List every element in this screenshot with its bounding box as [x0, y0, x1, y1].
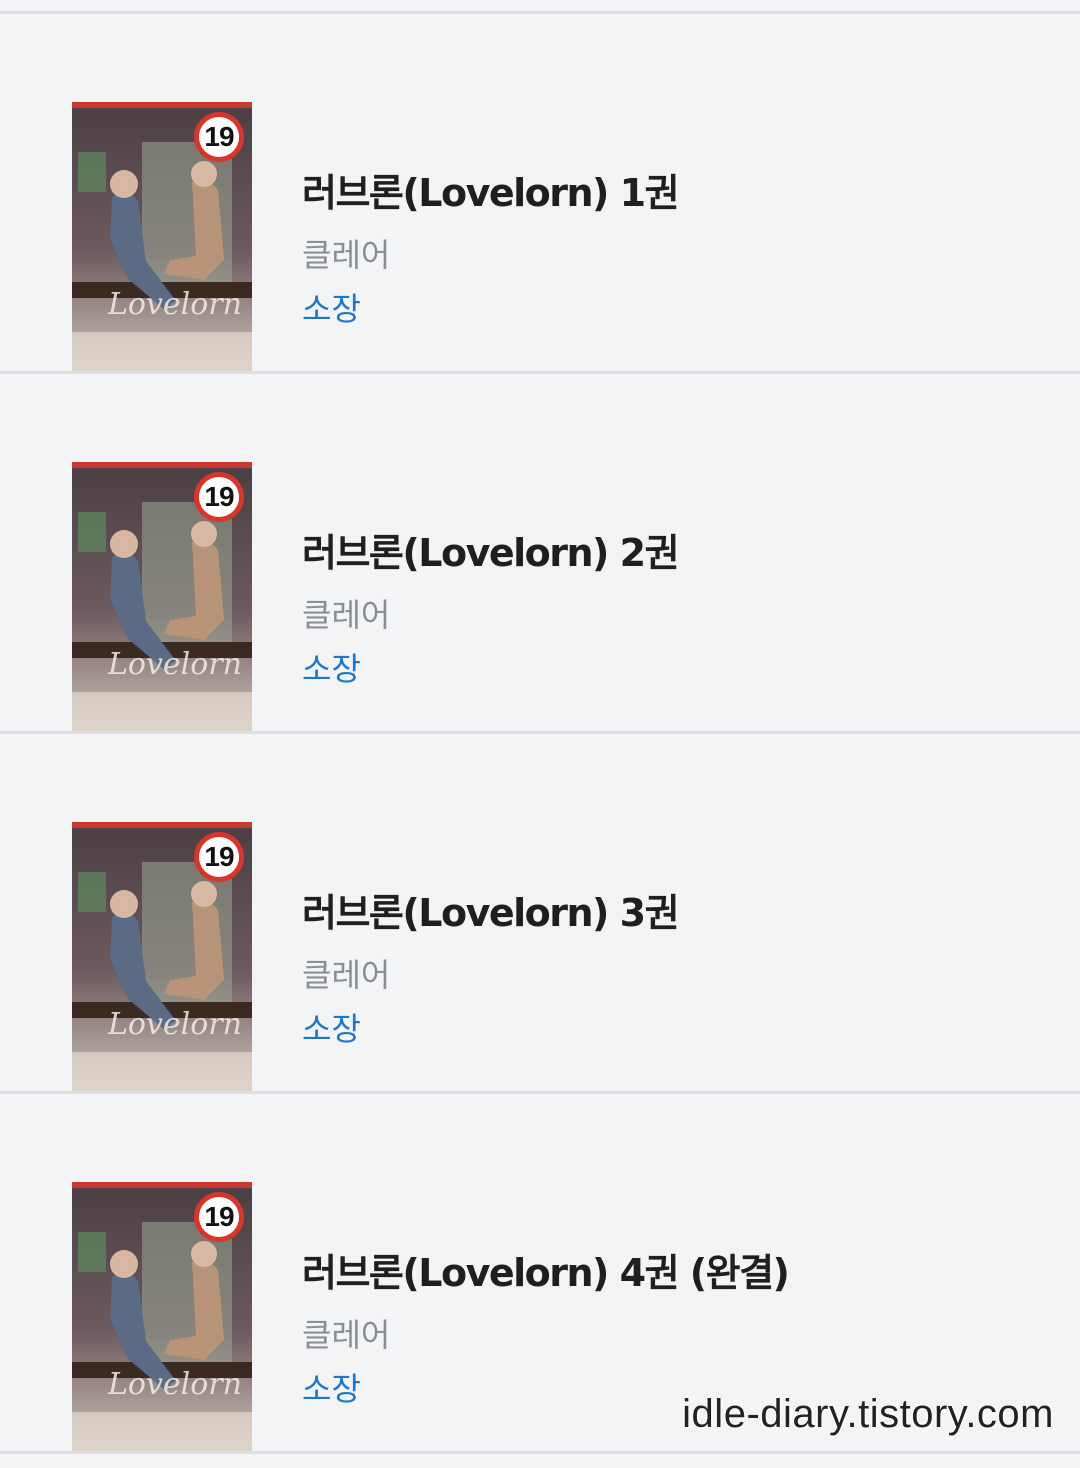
book-list-page: Lovelorn 19 러브론(Lovelorn) 1권 클레어 소장 Love…	[0, 0, 1080, 1468]
book-cover-image[interactable]: Lovelorn 19	[72, 462, 252, 732]
watermark-text: idle-diary.tistory.com	[682, 1392, 1054, 1436]
book-author: 클레어	[302, 236, 391, 274]
age-rating-badge: 19	[194, 112, 244, 162]
age-rating-badge: 19	[194, 472, 244, 522]
ownership-status: 소장	[302, 1370, 361, 1408]
age-rating-badge: 19	[194, 832, 244, 882]
row-divider	[0, 1451, 1080, 1454]
book-author: 클레어	[302, 956, 391, 994]
age-rating-badge: 19	[194, 1192, 244, 1242]
cover-title-text: Lovelorn	[107, 647, 242, 682]
book-author: 클레어	[302, 596, 391, 634]
book-author: 클레어	[302, 1316, 391, 1354]
book-cover-image[interactable]: Lovelorn 19	[72, 822, 252, 1092]
book-list-item[interactable]: Lovelorn 19 러브론(Lovelorn) 2권 클레어 소장	[0, 374, 1080, 734]
book-list-item[interactable]: Lovelorn 19 러브론(Lovelorn) 1권 클레어 소장	[0, 14, 1080, 374]
book-list-item[interactable]: Lovelorn 19 러브론(Lovelorn) 3권 클레어 소장	[0, 734, 1080, 1094]
book-title[interactable]: 러브론(Lovelorn) 1권	[302, 162, 680, 217]
book-title[interactable]: 러브론(Lovelorn) 4권 (완결)	[302, 1242, 790, 1297]
ownership-status: 소장	[302, 290, 361, 328]
book-title[interactable]: 러브론(Lovelorn) 2권	[302, 522, 680, 577]
cover-title-text: Lovelorn	[107, 287, 242, 322]
book-cover-image[interactable]: Lovelorn 19	[72, 1182, 252, 1452]
book-cover-image[interactable]: Lovelorn 19	[72, 102, 252, 372]
book-title[interactable]: 러브론(Lovelorn) 3권	[302, 882, 680, 937]
cover-title-text: Lovelorn	[107, 1367, 242, 1402]
ownership-status: 소장	[302, 1010, 361, 1048]
ownership-status: 소장	[302, 650, 361, 688]
cover-title-text: Lovelorn	[107, 1007, 242, 1042]
